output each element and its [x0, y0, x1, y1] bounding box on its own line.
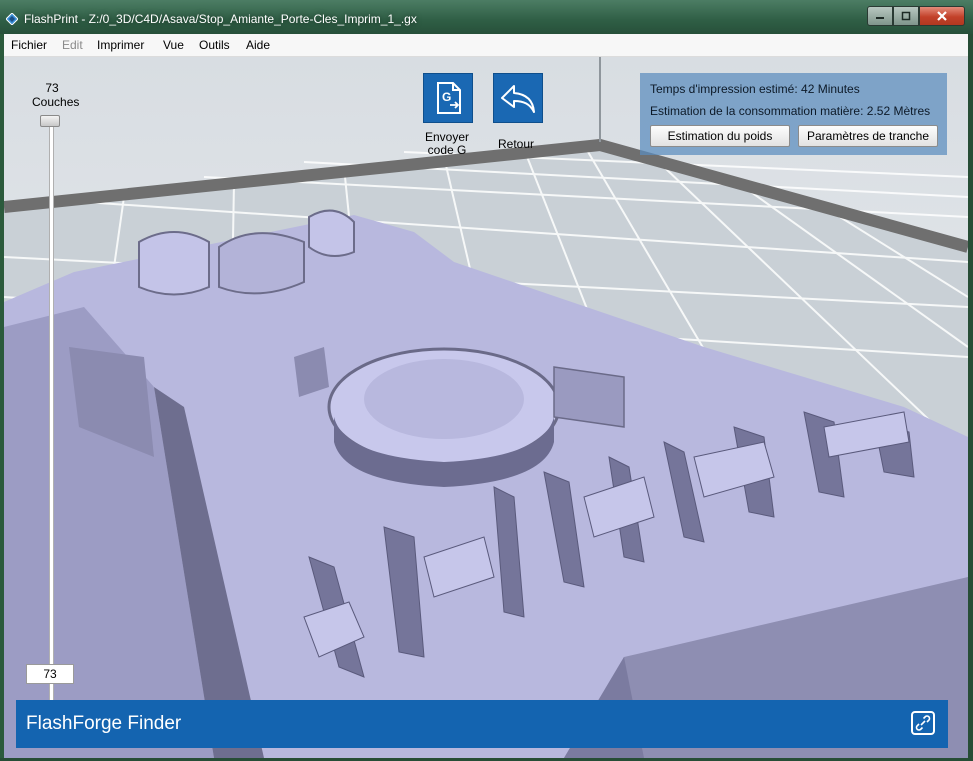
layer-count-value: 73: [45, 81, 59, 95]
print-scene: [4, 57, 968, 758]
slice-settings-button[interactable]: Paramètres de tranche: [798, 125, 938, 147]
maximize-icon: [901, 11, 911, 21]
3d-viewport[interactable]: 73 Couches 73 G Envoyer code G Retour Te…: [4, 57, 968, 758]
print-estimate-panel: Temps d'impression estimé: 42 Minutes Es…: [640, 73, 947, 155]
menu-outils[interactable]: Outils: [199, 38, 230, 52]
send-gcode-label-line2: code G: [427, 143, 467, 157]
menu-imprimer[interactable]: Imprimer: [97, 38, 144, 52]
flashprint-diamond-icon: [6, 13, 18, 25]
window-title: FlashPrint - Z:/0_3D/C4D/Asava/Stop_Amia…: [24, 12, 417, 26]
back-button[interactable]: [493, 73, 543, 123]
window-border-right: [968, 34, 973, 761]
menu-bar: Fichier Edit Imprimer Vue Outils Aide: [4, 34, 968, 57]
window-controls: [867, 6, 965, 26]
back-label: Retour: [497, 137, 535, 151]
layer-slider-track[interactable]: [49, 121, 54, 703]
weight-estimate-button[interactable]: Estimation du poids: [650, 125, 790, 147]
printer-name: FlashForge Finder: [26, 713, 182, 734]
title-bar[interactable]: FlashPrint - Z:/0_3D/C4D/Asava/Stop_Amia…: [0, 0, 973, 34]
menu-edit[interactable]: Edit: [62, 38, 83, 52]
print-time-value: 42 Minutes: [801, 82, 860, 96]
layer-input-field[interactable]: 73: [26, 664, 74, 684]
layer-slider-handle[interactable]: [40, 115, 60, 127]
link-icon: [915, 715, 931, 731]
layer-count: 73 Couches: [32, 81, 80, 109]
app-client: Fichier Edit Imprimer Vue Outils Aide 73…: [4, 34, 968, 758]
material-label: Estimation de la consommation matière:: [650, 104, 864, 118]
svg-text:G: G: [442, 90, 451, 104]
menu-fichier[interactable]: Fichier: [11, 38, 47, 52]
menu-aide[interactable]: Aide: [246, 38, 270, 52]
send-gcode-button[interactable]: G: [423, 73, 473, 123]
layer-unit-label: Couches: [32, 95, 80, 109]
printer-status-bar: FlashForge Finder: [16, 700, 948, 748]
send-gcode-label: Envoyer code G: [413, 131, 481, 157]
print-time-row: Temps d'impression estimé: 42 Minutes: [650, 82, 860, 96]
back-arrow-icon: [501, 85, 535, 113]
maximize-button[interactable]: [893, 6, 919, 26]
material-value: 2.52 Mètres: [866, 104, 931, 118]
minimize-button[interactable]: [867, 6, 893, 26]
print-time-label: Temps d'impression estimé:: [650, 82, 798, 96]
app-window: FlashPrint - Z:/0_3D/C4D/Asava/Stop_Amia…: [0, 0, 973, 761]
close-button[interactable]: [919, 6, 965, 26]
close-icon: [937, 11, 947, 21]
menu-vue[interactable]: Vue: [163, 38, 184, 52]
minimize-icon: [876, 17, 884, 19]
connect-button[interactable]: [911, 711, 935, 735]
material-row: Estimation de la consommation matière: 2…: [650, 104, 930, 118]
gcode-file-icon: G: [437, 82, 461, 114]
